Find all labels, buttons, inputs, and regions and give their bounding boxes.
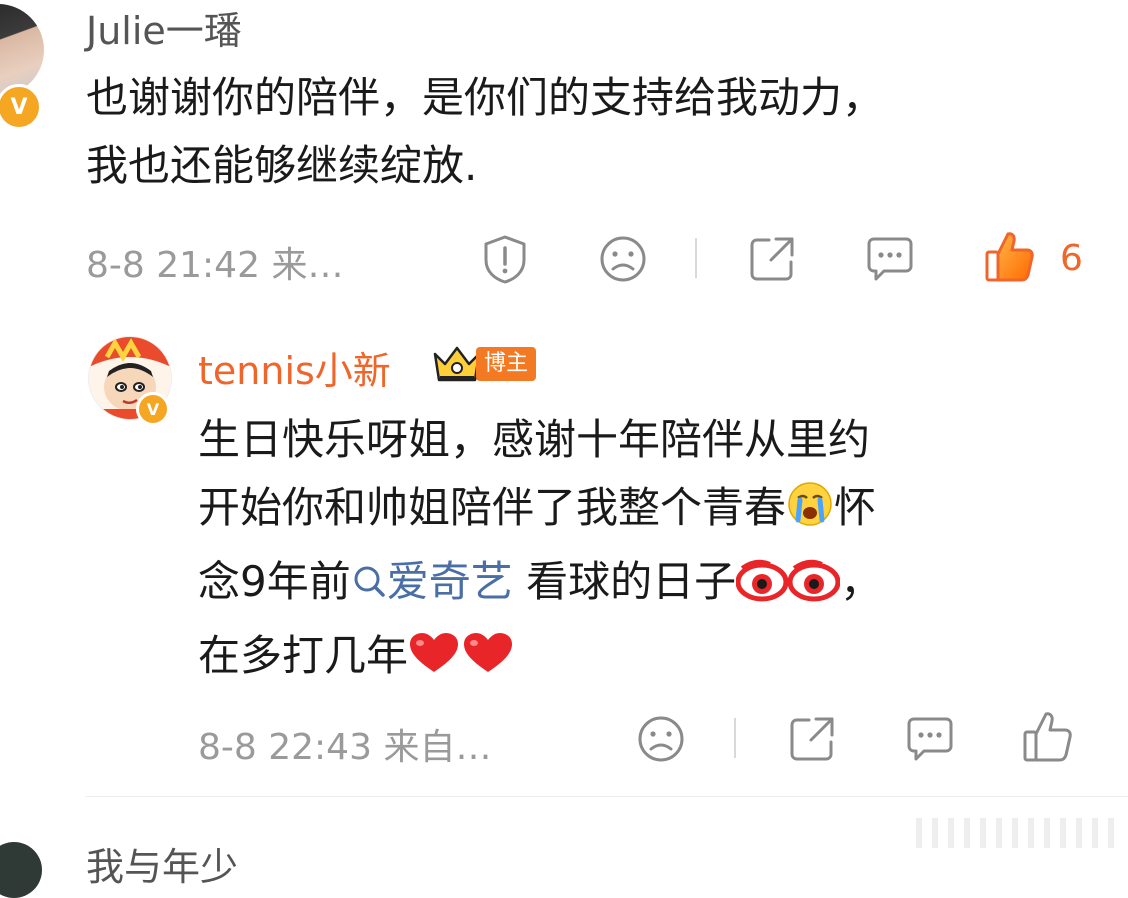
- topic-link[interactable]: 爱奇艺: [351, 557, 513, 606]
- heart-emoji: [408, 628, 514, 696]
- sad-face-icon[interactable]: [636, 714, 686, 764]
- report-icon[interactable]: [480, 234, 530, 284]
- comment-icon[interactable]: [864, 234, 916, 284]
- divider: [695, 238, 697, 278]
- content-line: 开始你和帅姐陪伴了我整个青春怀: [198, 474, 1078, 548]
- content-line: 也谢谢你的陪伴，是你们的支持给我动力，: [86, 73, 885, 122]
- share-icon[interactable]: [786, 714, 838, 764]
- share-icon[interactable]: [746, 234, 798, 284]
- avatar[interactable]: [0, 4, 44, 96]
- verified-badge: V: [0, 84, 42, 130]
- verified-badge: V: [136, 392, 170, 426]
- blogger-tag: 博主: [476, 347, 537, 381]
- content-line: 在多打几年: [198, 622, 1078, 696]
- comment-content: 生日快乐呀姐，感谢十年陪伴从里约 开始你和帅姐陪伴了我整个青春怀 念9年前 爱奇艺…: [198, 406, 1078, 696]
- avatar[interactable]: [0, 842, 42, 898]
- comment-author[interactable]: tennis小新: [198, 340, 391, 395]
- search-link-icon: [351, 550, 387, 597]
- comment-divider: [86, 796, 1128, 797]
- sad-face-icon[interactable]: [598, 234, 648, 284]
- crying-emoji: [786, 480, 834, 548]
- comment-timestamp: 8-8 21:42 来…: [86, 245, 344, 286]
- comment-icon[interactable]: [904, 714, 956, 764]
- crown-icon: [432, 344, 482, 384]
- content-line: 念9年前 爱奇艺 看球的日子，: [198, 548, 1078, 622]
- content-line: 生日快乐呀姐，感谢十年陪伴从里约: [198, 415, 871, 464]
- like-icon[interactable]: [1022, 710, 1074, 764]
- comment-source: 来自…: [383, 727, 492, 768]
- divider: [734, 718, 736, 758]
- like-icon[interactable]: [984, 230, 1036, 284]
- blogger-badge: 博主: [432, 344, 537, 384]
- comment-source: 来…: [271, 245, 344, 286]
- eyes-emoji: [735, 554, 841, 622]
- comment-author[interactable]: Julie一璠: [86, 0, 242, 55]
- comment-content: 也谢谢你的陪伴，是你们的支持给我动力， 我也还能够继续绽放.: [86, 64, 1106, 200]
- like-count: 6: [1060, 238, 1083, 279]
- watermark: [916, 818, 1116, 848]
- content-line: 我也还能够继续绽放.: [86, 141, 478, 190]
- comment-timestamp: 8-8 22:43 来自…: [198, 727, 492, 768]
